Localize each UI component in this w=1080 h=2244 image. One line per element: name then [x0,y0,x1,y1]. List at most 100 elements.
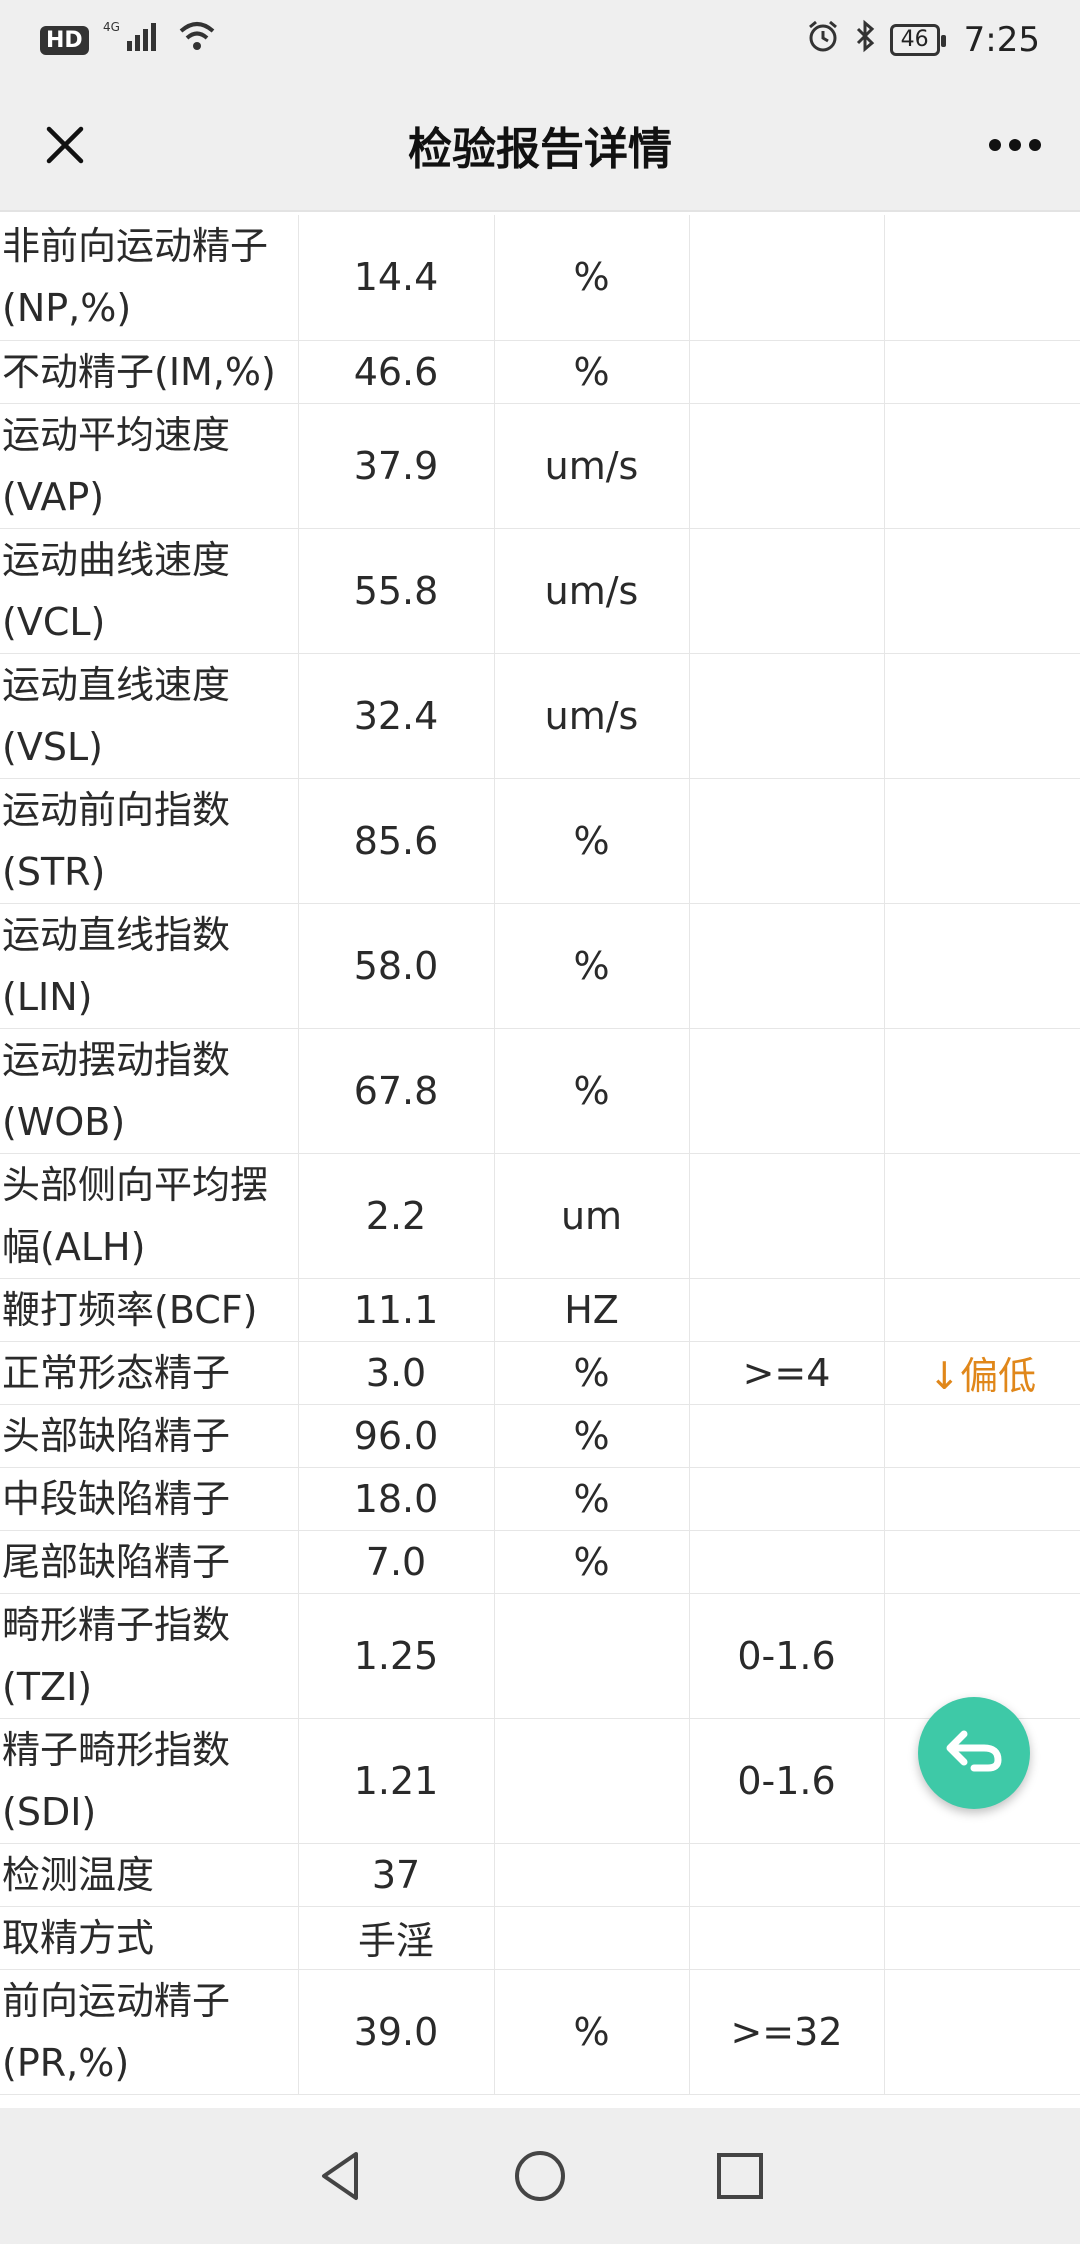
unit-cell: % [493,1969,689,2095]
unit-cell: % [493,1028,689,1154]
table-row: 畸形精子指数(TZI) 1.25 0-1.6 [0,1593,1080,1719]
item-name-cell: 检测温度 [0,1843,298,1907]
alarm-icon [806,19,840,62]
abnormal-flag-cell [883,528,1080,654]
abnormal-flag-cell [883,653,1080,779]
item-name-cell: 非前向运动精子(NP,%) [0,215,298,341]
result-value-cell: 96.0 [297,1404,494,1468]
reference-range-cell: >=4 [688,1341,884,1405]
clock: 7:25 [963,20,1040,60]
reference-range-cell [688,340,884,404]
more-icon [989,139,1041,151]
result-value-cell: 37 [297,1843,494,1907]
reference-range-cell [688,1404,884,1468]
reference-range-cell: 0-1.6 [688,1593,884,1719]
wifi-icon [177,19,217,62]
item-name-cell: 运动直线指数(LIN) [0,903,298,1029]
unit-cell: % [493,340,689,404]
network-type: 4G [103,20,120,34]
unit-cell: % [493,1341,689,1405]
home-button[interactable] [500,2136,580,2216]
system-nav-bar [0,2108,1080,2244]
hd-badge: HD [40,25,89,55]
abnormal-flag-cell [883,778,1080,904]
result-value-cell: 55.8 [297,528,494,654]
recent-square-icon [717,2153,763,2199]
result-value-cell: 14.4 [297,215,494,341]
battery-indicator: 46 [889,24,946,56]
abnormal-flag-cell [883,1404,1080,1468]
table-row: 中段缺陷精子 18.0% [0,1467,1080,1531]
abnormal-flag-cell [883,1278,1080,1342]
unit-cell: % [493,1530,689,1594]
abnormal-flag-cell [883,1843,1080,1907]
reference-range-cell [688,403,884,529]
unit-cell: % [493,215,689,341]
result-value-cell: 32.4 [297,653,494,779]
abnormal-flag-cell [883,1906,1080,1970]
result-value-cell: 85.6 [297,778,494,904]
unit-cell [493,1906,689,1970]
reference-range-cell [688,1278,884,1342]
result-value-cell: 1.25 [297,1593,494,1719]
result-value-cell: 11.1 [297,1278,494,1342]
table-row: 前向运动精子(PR,%) 39.0% >=32 [0,1969,1080,2095]
result-value-cell: 2.2 [297,1153,494,1279]
item-name-cell: 运动曲线速度(VCL) [0,528,298,654]
result-value-cell: 手淫 [297,1906,494,1970]
table-row: 运动曲线速度(VCL) 55.8 um/s [0,528,1080,654]
more-button[interactable] [980,110,1050,180]
report-table-container[interactable]: 非前向运动精子(NP,%) 14.4% 不动精子(IM,%) 46.6% 运动平均速度(… [0,215,1080,2108]
return-button[interactable] [918,1697,1030,1809]
table-row: 运动摆动指数(WOB) 67.8% [0,1028,1080,1154]
status-right: 46 7:25 [806,19,1040,62]
result-value-cell: 37.9 [297,403,494,529]
table-row: 尾部缺陷精子 7.0% [0,1530,1080,1594]
result-value-cell: 1.21 [297,1718,494,1844]
result-value-cell: 7.0 [297,1530,494,1594]
close-icon [46,126,84,164]
reference-range-cell [688,528,884,654]
abnormal-flag-cell: ↓偏低 [883,1341,1080,1405]
table-row: 精子畸形指数(SDI) 1.21 0-1.6 [0,1718,1080,1844]
abnormal-flag-cell [883,340,1080,404]
item-name-cell: 畸形精子指数(TZI) [0,1593,298,1719]
unit-cell [493,1718,689,1844]
status-left: HD 4G [40,19,217,62]
result-value-cell: 67.8 [297,1028,494,1154]
result-value-cell: 39.0 [297,1969,494,2095]
item-name-cell: 运动平均速度(VAP) [0,403,298,529]
unit-cell: HZ [493,1278,689,1342]
back-button[interactable] [300,2136,380,2216]
unit-cell: % [493,903,689,1029]
recent-apps-button[interactable] [700,2136,780,2216]
status-bar: HD 4G 46 7:25 [0,0,1080,80]
reference-range-cell: 0-1.6 [688,1718,884,1844]
item-name-cell: 头部缺陷精子 [0,1404,298,1468]
signal-icon: 4G [103,19,163,62]
table-row: 检测温度 37 [0,1843,1080,1907]
item-name-cell: 头部侧向平均摆幅(ALH) [0,1153,298,1279]
item-name-cell: 运动直线速度(VSL) [0,653,298,779]
unit-cell: um/s [493,528,689,654]
item-name-cell: 不动精子(IM,%) [0,340,298,404]
unit-cell: % [493,1467,689,1531]
reference-range-cell [688,1843,884,1907]
reference-range-cell [688,653,884,779]
reference-range-cell [688,1028,884,1154]
abnormal-flag-cell [883,903,1080,1029]
unit-cell [493,1843,689,1907]
close-button[interactable] [30,110,100,180]
table-row: 运动直线指数(LIN) 58.0% [0,903,1080,1029]
item-name-cell: 鞭打频率(BCF) [0,1278,298,1342]
abnormal-flag-cell [883,1969,1080,2095]
table-row: 运动平均速度(VAP) 37.9 um/s [0,403,1080,529]
unit-cell: um/s [493,653,689,779]
return-icon [946,1730,1002,1772]
item-name-cell: 前向运动精子(PR,%) [0,1969,298,2095]
abnormal-flag-cell [883,1028,1080,1154]
header-bar: 检验报告详情 [0,80,1080,212]
result-value-cell: 58.0 [297,903,494,1029]
item-name-cell: 尾部缺陷精子 [0,1530,298,1594]
reference-range-cell [688,1467,884,1531]
